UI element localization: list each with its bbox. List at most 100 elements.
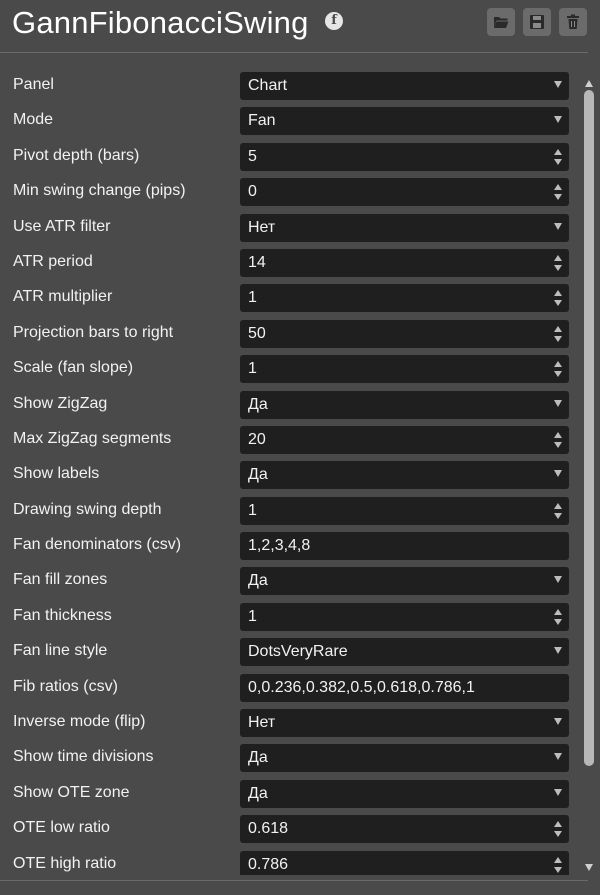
parameter-value: 20	[248, 430, 266, 448]
scroll-up-arrow-icon[interactable]	[585, 80, 593, 87]
parameter-label: Show time divisions	[13, 748, 154, 766]
spin-down-icon[interactable]	[554, 866, 562, 873]
spin-up-icon[interactable]	[554, 856, 562, 863]
parameter-number-input[interactable]: 5	[240, 142, 569, 171]
parameter-label: Scale (fan slope)	[13, 359, 134, 377]
parameter-row: Max ZigZag segments 20	[0, 423, 580, 458]
parameter-label: Fan thickness	[13, 606, 112, 624]
parameter-value: 0	[248, 183, 257, 201]
spin-down-icon[interactable]	[554, 512, 562, 519]
parameter-number-input[interactable]: 0.786	[240, 850, 569, 875]
scrollbar[interactable]	[582, 80, 596, 880]
parameter-row: Fib ratios (csv) 0,0.236,0.382,0.5,0.618,…	[0, 671, 580, 706]
parameter-label: Fan line style	[13, 642, 108, 660]
parameter-row: Fan thickness 1	[0, 600, 580, 635]
spin-down-icon[interactable]	[554, 264, 562, 271]
parameter-label: Panel	[13, 76, 54, 93]
spin-up-icon[interactable]	[554, 184, 562, 191]
spin-up-icon[interactable]	[554, 361, 562, 368]
parameter-label: OTE low ratio	[13, 819, 110, 837]
spin-up-icon[interactable]	[554, 325, 562, 332]
parameter-number-input[interactable]: 50	[240, 319, 569, 348]
scroll-down-arrow-icon[interactable]	[585, 864, 593, 871]
parameter-label: OTE high ratio	[13, 854, 117, 872]
parameter-label: Drawing swing depth	[13, 500, 162, 518]
parameter-dropdown[interactable]: Да	[240, 744, 569, 773]
trash-icon	[567, 14, 579, 29]
parameter-row: Min swing change (pips) 0	[0, 175, 580, 210]
parameter-number-input[interactable]: 0.618	[240, 815, 569, 844]
spin-down-icon[interactable]	[554, 371, 562, 378]
parameter-dropdown[interactable]: Да	[240, 390, 569, 419]
spin-up-icon[interactable]	[554, 290, 562, 297]
parameter-value: Да	[248, 749, 268, 767]
parameter-row: Mode Fan	[0, 104, 580, 139]
save-button[interactable]	[523, 8, 551, 36]
parameter-label: Use ATR filter	[13, 217, 111, 235]
parameter-dropdown[interactable]: Да	[240, 461, 569, 490]
spin-up-icon[interactable]	[554, 608, 562, 615]
parameter-row: Show ZigZag Да	[0, 388, 580, 423]
chevron-down-icon	[554, 647, 562, 655]
chevron-down-icon	[554, 718, 562, 726]
parameter-dropdown[interactable]: Нет	[240, 709, 569, 738]
parameter-value: Да	[248, 466, 268, 484]
chevron-down-icon	[554, 399, 562, 407]
header-divider	[0, 52, 588, 53]
spin-down-icon[interactable]	[554, 335, 562, 342]
parameter-dropdown[interactable]: Нет	[240, 213, 569, 242]
parameter-number-input[interactable]: 1	[240, 602, 569, 631]
parameter-label: Show labels	[13, 465, 100, 483]
spin-down-icon[interactable]	[554, 831, 562, 838]
parameter-row: Panel Chart	[0, 69, 580, 104]
parameter-value: 1	[248, 501, 257, 519]
parameter-dropdown[interactable]: Да	[240, 567, 569, 596]
parameter-number-input[interactable]: 1	[240, 355, 569, 384]
parameter-dropdown[interactable]: Chart	[240, 72, 569, 100]
open-folder-button[interactable]	[487, 8, 515, 36]
spin-up-icon[interactable]	[554, 821, 562, 828]
delete-button[interactable]	[559, 8, 587, 36]
parameter-row: Fan line style DotsVeryRare	[0, 635, 580, 670]
parameter-row: ATR multiplier 1	[0, 281, 580, 316]
parameter-number-input[interactable]: 1	[240, 284, 569, 313]
parameter-value: DotsVeryRare	[248, 643, 348, 661]
parameter-label: ATR period	[13, 252, 93, 270]
spin-up-icon[interactable]	[554, 254, 562, 261]
spin-down-icon[interactable]	[554, 618, 562, 625]
parameter-value: 0.618	[248, 820, 289, 838]
parameter-dropdown[interactable]: Fan	[240, 107, 569, 136]
parameter-text-input[interactable]: 1,2,3,4,8	[240, 532, 569, 561]
parameter-value: Да	[248, 784, 268, 802]
parameter-number-input[interactable]: 1	[240, 496, 569, 525]
parameter-dropdown[interactable]: Да	[240, 779, 569, 808]
floppy-disk-icon	[530, 15, 544, 29]
scroll-thumb[interactable]	[584, 90, 594, 766]
spin-down-icon[interactable]	[554, 441, 562, 448]
parameter-row: Drawing swing depth 1	[0, 494, 580, 529]
spin-down-icon[interactable]	[554, 194, 562, 201]
spin-up-icon[interactable]	[554, 148, 562, 155]
spin-down-icon[interactable]	[554, 300, 562, 307]
parameter-value: 1	[248, 607, 257, 625]
parameter-number-input[interactable]: 14	[240, 248, 569, 277]
parameter-value: 0.786	[248, 855, 289, 873]
parameter-value: Нет	[248, 218, 276, 236]
parameter-label: Min swing change (pips)	[13, 182, 186, 200]
chevron-down-icon	[554, 753, 562, 761]
chevron-down-icon	[554, 222, 562, 230]
parameter-dropdown[interactable]: DotsVeryRare	[240, 638, 569, 667]
spin-up-icon[interactable]	[554, 431, 562, 438]
spin-down-icon[interactable]	[554, 158, 562, 165]
parameter-text-input[interactable]: 0,0.236,0.382,0.5,0.618,0.786,1	[240, 673, 569, 702]
parameter-label: Fan denominators (csv)	[13, 536, 182, 554]
spin-up-icon[interactable]	[554, 502, 562, 509]
parameter-number-input[interactable]: 20	[240, 425, 569, 454]
parameter-number-input[interactable]: 0	[240, 178, 569, 207]
panel-header: GannFibonacciSwing f	[0, 0, 600, 50]
parameter-label: Mode	[13, 111, 54, 129]
parameter-value: Chart	[248, 77, 288, 94]
parameter-value: Нет	[248, 714, 276, 732]
parameter-label: Fib ratios (csv)	[13, 677, 118, 695]
info-icon[interactable]: f	[325, 12, 343, 30]
